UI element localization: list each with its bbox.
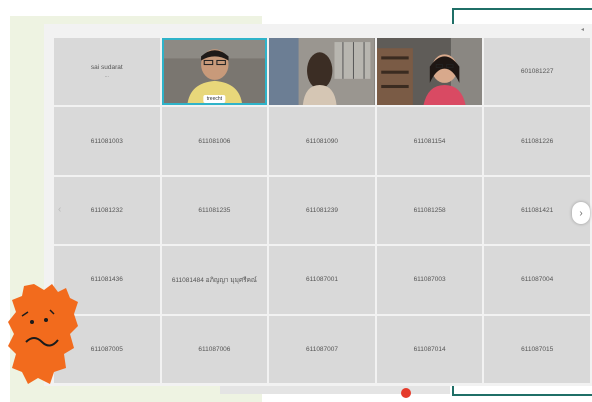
participant-name: 611087015 (521, 345, 554, 353)
participant-name: 611081226 (521, 137, 554, 145)
participant-tile[interactable]: 611081154 (376, 107, 483, 175)
record-indicator-icon (401, 388, 411, 398)
participant-name: 601081227 (520, 68, 554, 76)
participant-name: 611087001 (305, 276, 339, 284)
participant-name: 611087004 (521, 276, 554, 284)
participant-tile[interactable]: 611081006 (161, 107, 268, 175)
participant-name: 611087014 (413, 345, 446, 353)
participant-name: 611081090 (305, 137, 339, 145)
previous-page-icon[interactable]: ‹ (58, 204, 61, 215)
participant-name: 611081484 อภิญญา มุมุศรีคณ์ (171, 276, 257, 284)
orange-mascot-sticker (8, 284, 78, 384)
participant-video-woman (376, 38, 483, 106)
participant-tile[interactable]: 611087015 (484, 315, 590, 383)
participant-name: 611087005 (90, 345, 123, 353)
participant-tile[interactable]: 611087014 (376, 315, 483, 383)
participant-name: 611081436 (90, 276, 123, 284)
participant-video-tile[interactable] (376, 38, 483, 106)
participant-tile[interactable]: 611081235 (161, 176, 268, 245)
participant-name: 611081235 (198, 206, 231, 214)
participant-tile[interactable]: 601081227 (484, 38, 590, 106)
participant-name: 611087003 (413, 276, 446, 284)
decorative-line-left-top (452, 8, 454, 24)
participant-tile[interactable]: 611087004 (484, 246, 590, 314)
participant-tile[interactable]: 611081232 (54, 176, 160, 245)
participant-video-tile[interactable] (269, 38, 375, 106)
participant-name: 611087007 (305, 345, 339, 353)
next-page-button[interactable]: › (572, 202, 590, 224)
participant-name: 611081006 (198, 137, 231, 145)
participant-tile[interactable]: 611081484 อภิญญา มุมุศรีคณ์ (161, 246, 268, 314)
participant-video-tile-active[interactable]: treecht (161, 38, 268, 106)
participant-tile[interactable]: 611081003 (54, 107, 160, 175)
participant-name: 611081003 (90, 137, 123, 145)
decorative-line-top (452, 8, 592, 10)
participant-tile[interactable]: 611081226 (484, 107, 590, 175)
participant-name: 611081421 (521, 206, 554, 214)
toolbar-strip (220, 386, 450, 394)
participant-name: 611081232 (90, 206, 123, 214)
participant-tile[interactable]: sai sudarat ... (54, 38, 160, 106)
participant-name: 611081239 (305, 206, 339, 214)
participant-tile[interactable]: 611087001 (269, 246, 375, 314)
participant-status: ... (104, 73, 109, 80)
participant-tile[interactable]: 611087006 (161, 315, 268, 383)
collapse-icon[interactable]: ◂ (581, 26, 584, 33)
participant-name: 611081154 (413, 137, 446, 145)
participant-tile[interactable]: 611081090 (269, 107, 375, 175)
chevron-right-icon: › (579, 207, 583, 219)
participant-tile[interactable]: 611081258 (376, 176, 483, 245)
participant-tile[interactable]: 611081239 (269, 176, 375, 245)
participant-video-room (269, 38, 375, 106)
participant-tile[interactable]: 611087007 (269, 315, 375, 383)
participant-name-tag: treecht (203, 95, 226, 104)
participant-name: 611087006 (198, 345, 231, 353)
meeting-gallery-window: sai sudarat ... treecht 601081227 611081… (44, 24, 592, 386)
participant-grid: sai sudarat ... treecht 601081227 611081… (54, 38, 590, 383)
participant-tile[interactable]: 611087003 (376, 246, 483, 314)
participant-name: 611081258 (413, 206, 446, 214)
participant-name: sai sudarat (90, 64, 123, 72)
decorative-line-bottom (452, 394, 592, 396)
